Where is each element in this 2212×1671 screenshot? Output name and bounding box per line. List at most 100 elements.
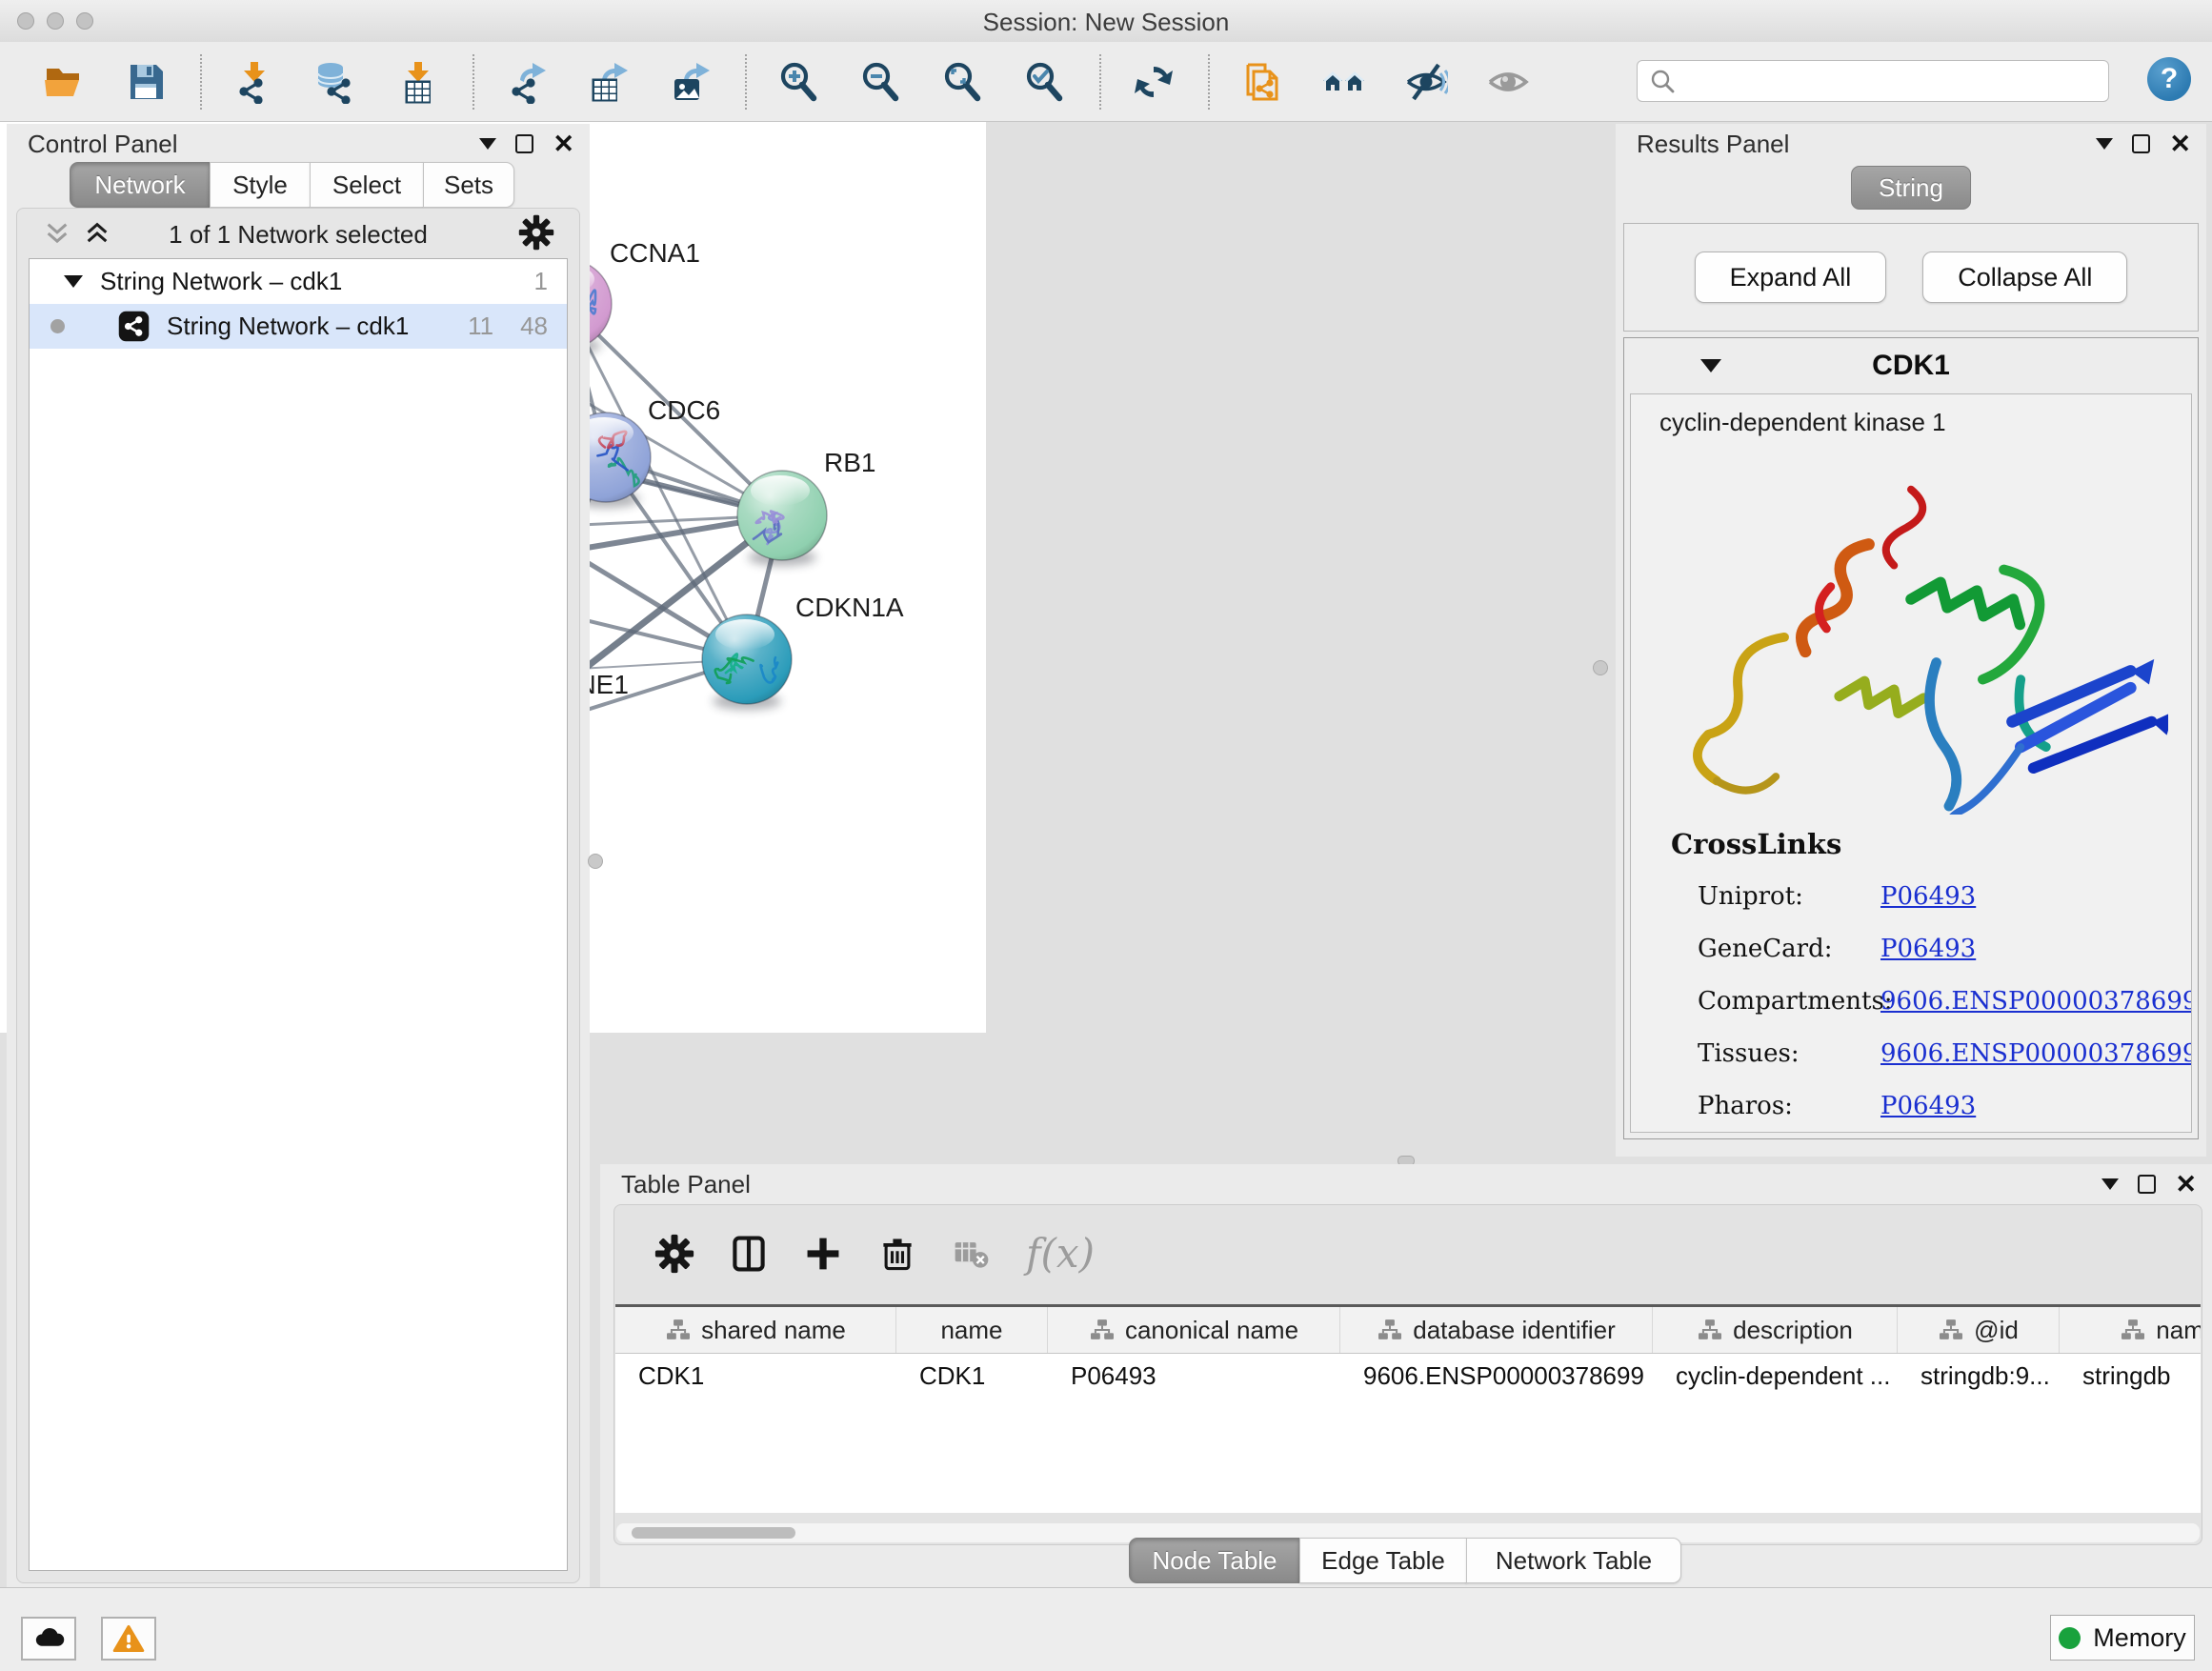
column-header-description[interactable]: description (1653, 1307, 1898, 1353)
network-row-selected[interactable]: String Network – cdk1 11 48 (30, 304, 567, 349)
import-database-button[interactable] (314, 60, 358, 104)
tab-select[interactable]: Select (310, 162, 424, 208)
table-gear-icon[interactable] (654, 1234, 694, 1274)
crosslink-label-compartments: Compartments: (1698, 987, 1880, 1016)
table-cell-description[interactable]: cyclin-dependent ... (1653, 1361, 1898, 1391)
delete-column-icon[interactable] (877, 1234, 917, 1274)
houses-icon (1322, 60, 1366, 104)
eye-button[interactable] (1486, 60, 1530, 104)
crosslink-label-genecard: GeneCard: (1698, 935, 1880, 963)
zoom-in-button[interactable] (777, 60, 821, 104)
table-panel-float-button[interactable] (2138, 1175, 2156, 1194)
results-panel-menu-icon[interactable] (2096, 138, 2113, 150)
protein-card-header[interactable]: CDK1 (1624, 338, 2198, 392)
protein-card-expander-icon[interactable] (1700, 359, 1721, 372)
crosslink-label-tissues: Tissues: (1698, 1039, 1880, 1068)
table-cell-shared-name[interactable]: CDK1 (615, 1361, 896, 1391)
control-panel-tabs: NetworkStyleSelectSets (70, 162, 514, 208)
save-button[interactable] (124, 60, 168, 104)
export-table-icon (587, 60, 631, 104)
control-panel-close-button[interactable]: ✕ (553, 133, 574, 154)
crosslink-link-pharos[interactable]: P06493 (1880, 1092, 1976, 1120)
refresh-button[interactable] (1132, 60, 1176, 104)
network-tab-content: 1 of 1 Network selected String Network –… (16, 208, 580, 1583)
node-label-CDKN1A: CDKN1A (795, 593, 904, 622)
collection-expander-icon[interactable] (64, 275, 83, 288)
control-panel-float-button[interactable] (515, 134, 533, 153)
column-header-canonical-name[interactable]: canonical name (1048, 1307, 1340, 1353)
show-columns-icon[interactable] (729, 1234, 769, 1274)
tab-edge-table[interactable]: Edge Table (1299, 1538, 1467, 1583)
table-row[interactable]: CDK1CDK1P064939606.ENSP00000378699cyclin… (615, 1354, 2201, 1398)
create-column-icon[interactable] (803, 1234, 843, 1274)
column-header-label: shared name (701, 1316, 846, 1345)
network-list-toolbar: 1 of 1 Network selected (17, 209, 579, 254)
column-header-namespace[interactable]: namespace (2060, 1307, 2201, 1353)
tab-sets[interactable]: Sets (423, 162, 514, 208)
crosslink-link-compartments[interactable]: 9606.ENSP00000378699 (1880, 987, 2192, 1016)
node-CDKN1A[interactable] (702, 614, 792, 704)
column-header-shared-name[interactable]: shared name (615, 1307, 896, 1353)
table-cell-name[interactable]: CDK1 (896, 1361, 1048, 1391)
scrollbar-thumb[interactable] (632, 1527, 795, 1539)
cloud-button[interactable] (21, 1617, 76, 1661)
expand-all-button[interactable]: Expand All (1695, 252, 1887, 303)
tab-network-table[interactable]: Network Table (1466, 1538, 1681, 1583)
column-header-id[interactable]: @id (1898, 1307, 2060, 1353)
protein-description: cyclin-dependent kinase 1 (1631, 394, 2191, 437)
crosslink-row: GeneCard:P06493 (1631, 922, 2191, 975)
export-image-button[interactable] (669, 60, 713, 104)
table-panel-close-button[interactable]: ✕ (2175, 1174, 2197, 1195)
column-type-icon (1938, 1319, 1964, 1341)
import-table-button[interactable] (396, 60, 440, 104)
right-splitter-handle[interactable] (1593, 660, 1608, 675)
toolbar-separator (473, 54, 474, 110)
table-panel-menu-icon[interactable] (2101, 1178, 2119, 1190)
crosslink-link-genecard[interactable]: P06493 (1880, 935, 1976, 963)
export-network-button[interactable] (505, 60, 549, 104)
tab-network[interactable]: Network (70, 162, 211, 208)
table-cell-namespace[interactable]: stringdb (2060, 1361, 2201, 1391)
delete-table-icon[interactable] (952, 1234, 992, 1274)
tab-style[interactable]: Style (210, 162, 311, 208)
control-panel-menu-icon[interactable] (479, 138, 496, 150)
table-panel: Table Panel ✕ f(x) shared namenamecanoni… (600, 1164, 2212, 1587)
network-node-count: 11 (468, 312, 493, 341)
crosslink-link-uniprot[interactable]: P06493 (1880, 882, 1976, 911)
search-input[interactable] (1683, 60, 2108, 102)
memory-button[interactable]: Memory (2050, 1615, 2195, 1661)
network-options-gear-icon[interactable] (518, 214, 554, 251)
houses-button[interactable] (1322, 60, 1366, 104)
collection-label: String Network – cdk1 (100, 267, 342, 296)
left-splitter-handle[interactable] (588, 854, 603, 869)
export-table-button[interactable] (587, 60, 631, 104)
zoom-check-button[interactable] (1023, 60, 1067, 104)
clone-network-button[interactable] (1240, 60, 1284, 104)
function-builder-icon[interactable]: f(x) (1026, 1234, 1095, 1274)
search-box[interactable] (1637, 60, 2109, 102)
tab-node-table[interactable]: Node Table (1129, 1538, 1300, 1583)
collapse-all-button[interactable]: Collapse All (1922, 252, 2127, 303)
table-cell-database-identifier[interactable]: 9606.ENSP00000378699 (1340, 1361, 1653, 1391)
warnings-button[interactable] (101, 1617, 156, 1661)
zoom-out-button[interactable] (859, 60, 903, 104)
zoom-fit-icon (941, 60, 985, 104)
eye-slash-button[interactable] (1404, 60, 1448, 104)
crosslink-link-tissues[interactable]: 9606.ENSP00000378699 (1880, 1039, 2192, 1068)
results-panel-close-button[interactable]: ✕ (2169, 133, 2191, 154)
column-header-name[interactable]: name (896, 1307, 1048, 1353)
zoom-fit-button[interactable] (941, 60, 985, 104)
open-folder-button[interactable] (42, 60, 86, 104)
network-collection-row[interactable]: String Network – cdk1 1 (30, 259, 567, 304)
help-button[interactable]: ? (2147, 57, 2191, 101)
column-header-database-identifier[interactable]: database identifier (1340, 1307, 1653, 1353)
import-network-button[interactable] (232, 60, 276, 104)
import-table-icon (396, 60, 440, 104)
results-panel-float-button[interactable] (2132, 134, 2150, 153)
network-current-dot-icon (50, 319, 65, 333)
tab-string[interactable]: String (1851, 166, 1971, 210)
table-cell-id[interactable]: stringdb:9... (1898, 1361, 2060, 1391)
column-header-label: @id (1974, 1316, 2019, 1345)
node-RB1[interactable] (737, 471, 827, 560)
table-cell-canonical-name[interactable]: P06493 (1048, 1361, 1340, 1391)
